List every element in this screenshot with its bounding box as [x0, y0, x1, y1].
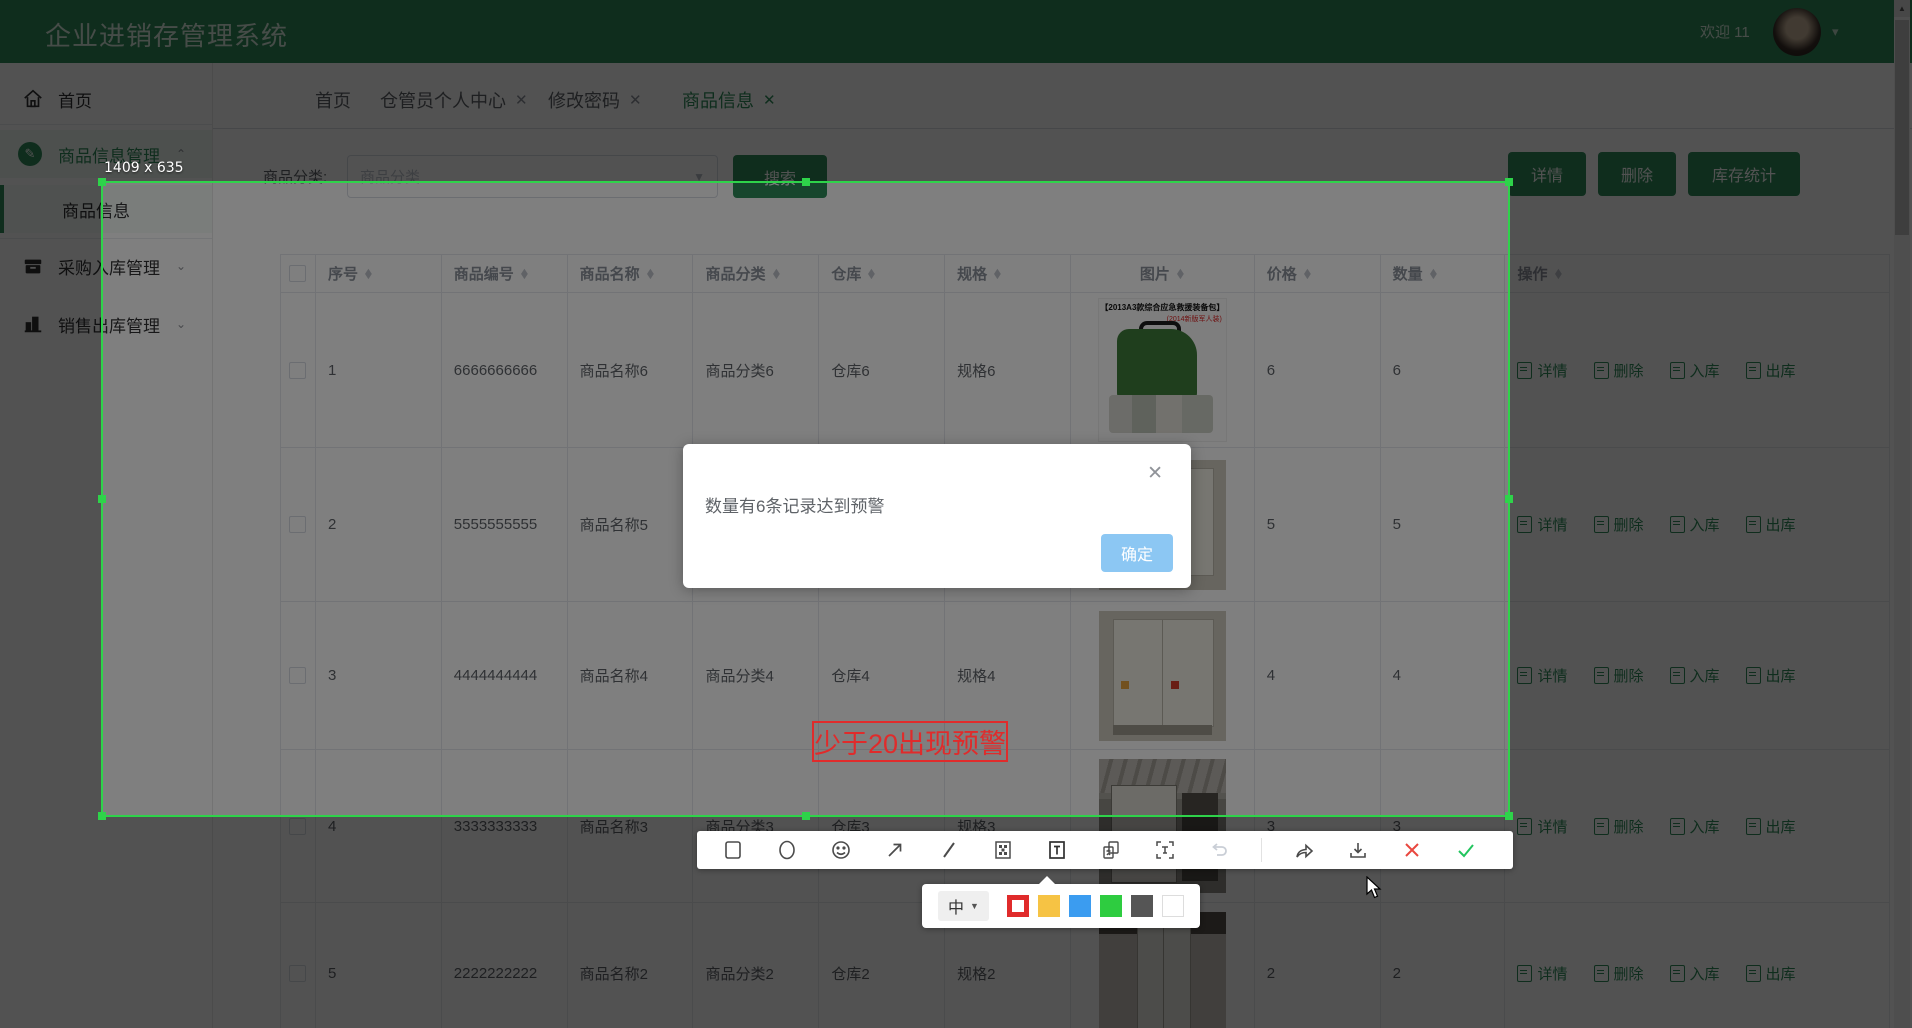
snip-handle-s[interactable] [802, 812, 810, 820]
snip-handle-e[interactable] [1505, 495, 1513, 503]
color-swatch-white[interactable] [1162, 895, 1184, 917]
snip-dim-left [0, 182, 102, 817]
emoji-tool-icon[interactable] [829, 838, 853, 862]
snip-toolbar [697, 831, 1513, 869]
snip-size-label: 1409 x 635 [104, 160, 184, 176]
translate-tool-icon[interactable] [1099, 838, 1123, 862]
snip-dim-right [1510, 182, 1912, 817]
snip-subtoolbar: 中 ▼ [922, 876, 1200, 928]
ocr-tool-icon[interactable] [1153, 838, 1177, 862]
color-swatch-yellow[interactable] [1038, 895, 1060, 917]
snip-handle-w[interactable] [98, 495, 106, 503]
stroke-size-value: 中 [948, 900, 965, 917]
snip-dim-top [0, 0, 1912, 182]
stroke-size-dropdown[interactable]: 中 ▼ [938, 891, 989, 921]
screen: 企业进销存管理系统 欢迎 11 ▾ 首页 ✎ 商品信息管理 ⌃ 商品信息 采购入… [0, 0, 1912, 1028]
snip-handle-n[interactable] [802, 178, 810, 186]
pen-tool-icon[interactable] [937, 838, 961, 862]
rectangle-tool-icon[interactable] [721, 838, 745, 862]
subtoolbar-notch [1038, 876, 1056, 885]
snip-handle-ne[interactable] [1505, 178, 1513, 186]
color-swatch-red[interactable] [1007, 895, 1029, 917]
color-swatch-green[interactable] [1100, 895, 1122, 917]
chevron-down-icon: ▼ [970, 901, 979, 911]
snip-selection-rect[interactable] [101, 181, 1510, 817]
color-palette [1007, 895, 1184, 917]
annotation-rect[interactable]: 少于20出现预警 [812, 721, 1008, 762]
confirm-icon[interactable] [1454, 838, 1478, 862]
cancel-icon[interactable] [1400, 838, 1424, 862]
snip-handle-se[interactable] [1505, 812, 1513, 820]
download-icon[interactable] [1346, 838, 1370, 862]
arrow-tool-icon[interactable] [883, 838, 907, 862]
ellipse-tool-icon[interactable] [775, 838, 799, 862]
color-swatch-blue[interactable] [1069, 895, 1091, 917]
color-swatch-gray[interactable] [1131, 895, 1153, 917]
mosaic-tool-icon[interactable] [991, 838, 1015, 862]
annotation-text: 少于20出现预警 [813, 729, 1007, 759]
snip-handle-sw[interactable] [98, 812, 106, 820]
toolbar-divider [1261, 838, 1262, 862]
share-icon[interactable] [1292, 838, 1316, 862]
text-tool-icon[interactable] [1045, 838, 1069, 862]
snip-handle-nw[interactable] [98, 178, 106, 186]
mouse-cursor [1366, 876, 1382, 899]
undo-icon [1207, 838, 1231, 862]
